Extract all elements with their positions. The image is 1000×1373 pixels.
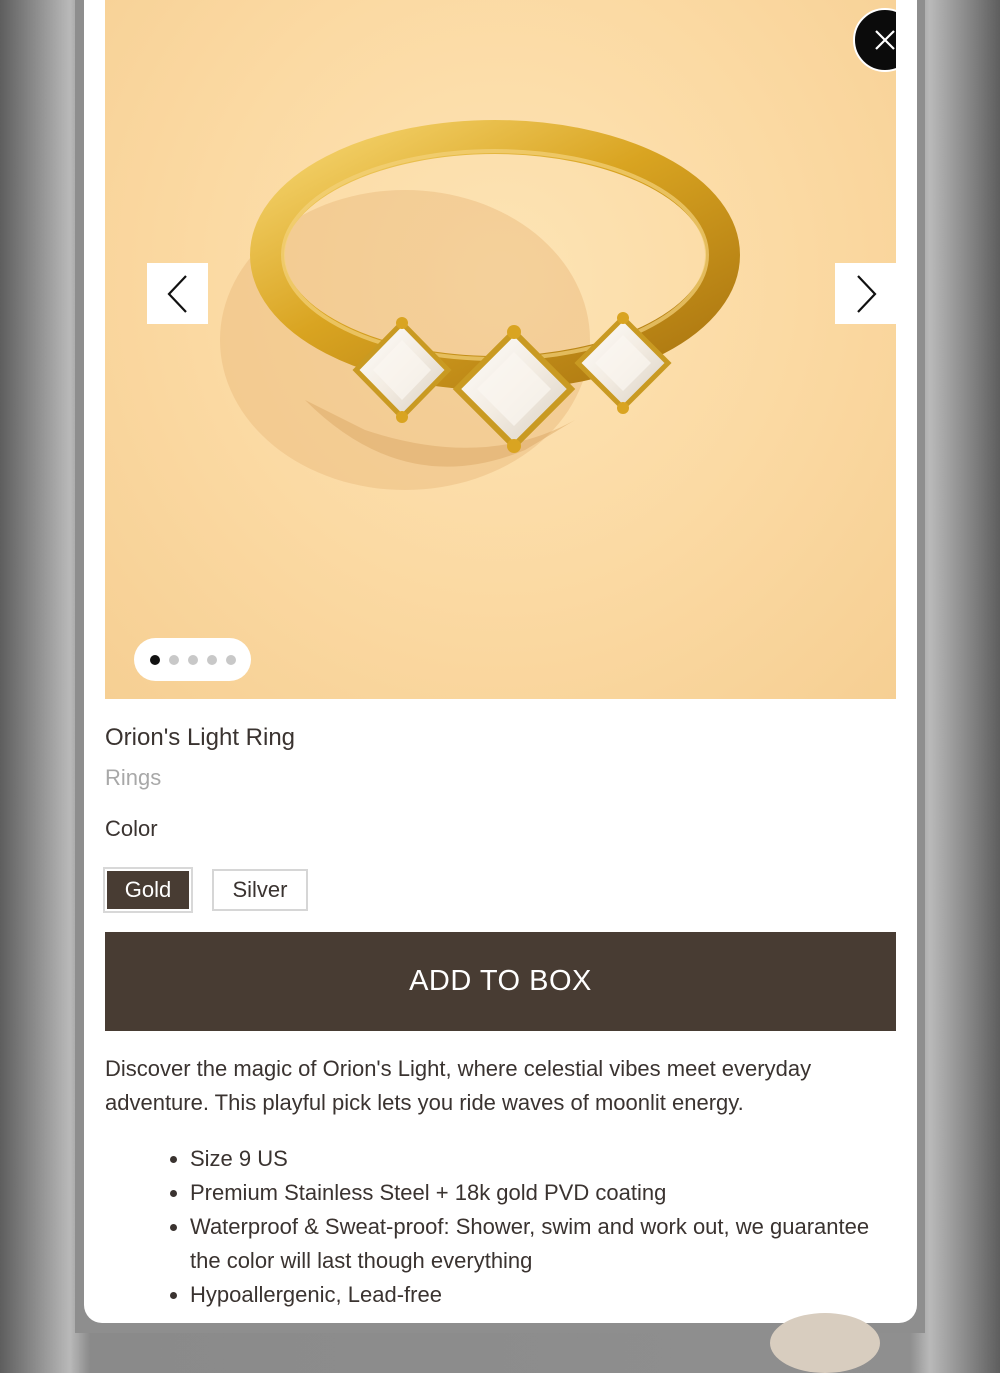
color-option-silver[interactable]: Silver: [212, 869, 308, 911]
gallery-prev-button[interactable]: [147, 263, 208, 324]
product-quick-view-modal: Orion's Light Ring Rings Color Gold Silv…: [84, 0, 917, 1323]
gallery-dot-1[interactable]: [149, 654, 160, 665]
chat-widget-button[interactable]: [770, 1313, 880, 1373]
gallery-dot-5[interactable]: [225, 654, 236, 665]
list-item: Waterproof & Sweat-proof: Shower, swim a…: [190, 1210, 870, 1278]
chevron-left-icon: [166, 274, 187, 313]
add-to-box-button[interactable]: ADD TO BOX: [105, 932, 896, 1031]
product-category: Rings: [105, 765, 162, 790]
list-item: Premium Stainless Steel + 18k gold PVD c…: [190, 1176, 870, 1210]
chevron-right-icon: [856, 274, 877, 313]
close-icon: [875, 30, 895, 50]
gallery-dot-4[interactable]: [206, 654, 217, 665]
product-image-gallery[interactable]: [105, 0, 896, 699]
product-features-list: Size 9 US Premium Stainless Steel + 18k …: [144, 1142, 870, 1312]
color-label: Color: [105, 816, 158, 841]
gallery-next-button[interactable]: [835, 263, 896, 324]
list-item: Size 9 US: [190, 1142, 870, 1176]
product-description: Discover the magic of Orion's Light, whe…: [105, 1056, 812, 1115]
gallery-pagination: [134, 638, 251, 681]
gallery-dot-2[interactable]: [168, 654, 179, 665]
gallery-dot-3[interactable]: [187, 654, 198, 665]
product-title: Orion's Light Ring: [105, 724, 296, 751]
list-item: Hypoallergenic, Lead-free: [190, 1278, 870, 1312]
product-image: [220, 120, 740, 490]
color-option-gold[interactable]: Gold: [103, 867, 193, 913]
